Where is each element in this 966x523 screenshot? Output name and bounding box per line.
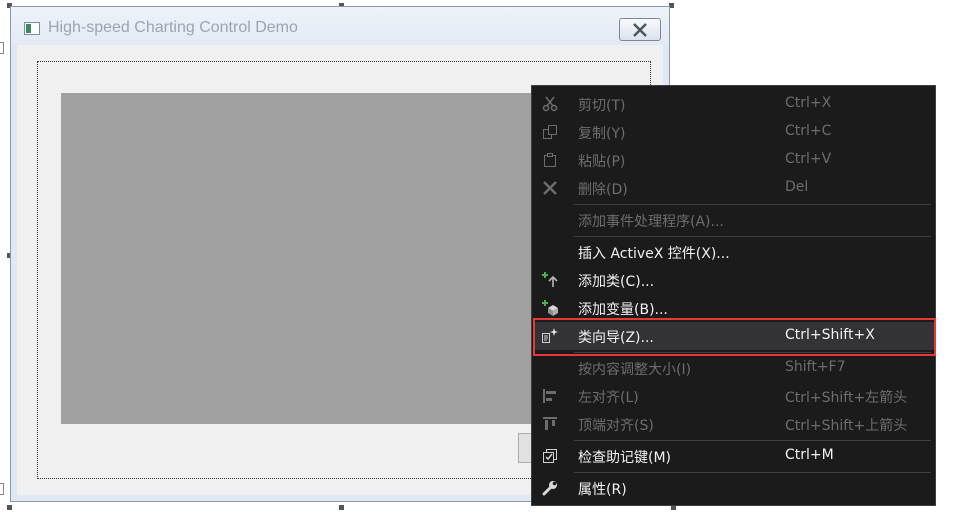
close-button[interactable] <box>619 18 661 41</box>
menu-item-shortcut: Ctrl+Shift+X <box>785 327 875 343</box>
menu-separator <box>574 204 931 205</box>
class-wizard-icon <box>541 327 559 345</box>
add-class-icon <box>541 271 559 289</box>
close-icon <box>633 22 647 37</box>
menu-item-properties[interactable]: 属性(R) <box>533 474 934 502</box>
menu-item-paste[interactable]: 粘贴(P) Ctrl+V <box>533 146 934 174</box>
menu-item-label: 顶端对齐(S) <box>578 418 654 434</box>
dialog-titlebar: High-speed Charting Control Demo <box>11 7 669 45</box>
add-variable-icon <box>541 299 559 317</box>
menu-item-label: 类向导(Z)... <box>578 330 654 346</box>
menu-item-shortcut: Ctrl+Shift+左箭头 <box>785 390 908 406</box>
menu-item-insert-activex[interactable]: 插入 ActiveX 控件(X)... <box>533 238 934 266</box>
menu-item-label: 剪切(T) <box>578 98 626 114</box>
menu-item-shortcut: Ctrl+Shift+上箭头 <box>785 418 908 434</box>
context-menu: 剪切(T) Ctrl+X 复制(Y) Ctrl+C 粘贴(P) Ctrl+V 删… <box>531 85 936 506</box>
menu-separator <box>574 236 931 237</box>
menu-item-align-left[interactable]: 左对齐(L) Ctrl+Shift+左箭头 <box>533 382 934 410</box>
menu-separator <box>574 472 931 473</box>
align-left-icon <box>541 387 559 405</box>
menu-item-label: 添加变量(B)... <box>578 302 668 318</box>
align-top-icon <box>541 415 559 433</box>
paste-icon <box>541 151 559 169</box>
menu-item-shortcut: Del <box>785 179 809 195</box>
menu-separator <box>574 352 931 353</box>
copy-icon <box>541 123 559 141</box>
menu-item-label: 属性(R) <box>578 482 627 498</box>
menu-item-label: 粘贴(P) <box>578 154 626 170</box>
menu-item-copy[interactable]: 复制(Y) Ctrl+C <box>533 118 934 146</box>
wrench-icon <box>541 479 559 497</box>
delete-icon <box>541 179 559 197</box>
menu-separator <box>574 440 931 441</box>
dialog-title: High-speed Charting Control Demo <box>48 19 298 36</box>
menu-item-shortcut: Ctrl+M <box>785 447 834 463</box>
chart-control[interactable] <box>61 93 541 424</box>
menu-item-label: 检查助记键(M) <box>578 450 672 466</box>
menu-item-label: 删除(D) <box>578 182 628 198</box>
edge-marker <box>0 483 4 495</box>
menu-item-shortcut: Ctrl+X <box>785 95 832 111</box>
menu-item-label: 左对齐(L) <box>578 390 639 406</box>
menu-item-label: 复制(Y) <box>578 126 626 142</box>
edge-marker <box>0 42 4 54</box>
menu-item-size-to-content[interactable]: 按内容调整大小(I) Shift+F7 <box>533 354 934 382</box>
menu-item-label: 添加事件处理程序(A)... <box>578 214 724 230</box>
scissors-icon <box>541 95 559 113</box>
menu-item-shortcut: Shift+F7 <box>785 359 846 375</box>
menu-item-add-event-handler[interactable]: 添加事件处理程序(A)... <box>533 206 934 234</box>
menu-item-class-wizard[interactable]: 类向导(Z)... Ctrl+Shift+X <box>533 322 934 350</box>
menu-item-align-top[interactable]: 顶端对齐(S) Ctrl+Shift+上箭头 <box>533 410 934 438</box>
resize-handle[interactable] <box>339 505 344 510</box>
menu-item-check-mnemonics[interactable]: 检查助记键(M) Ctrl+M <box>533 442 934 470</box>
menu-item-shortcut: Ctrl+V <box>785 151 832 167</box>
menu-item-add-variable[interactable]: 添加变量(B)... <box>533 294 934 322</box>
menu-item-delete[interactable]: 删除(D) Del <box>533 174 934 202</box>
menu-item-label: 添加类(C)... <box>578 274 655 290</box>
app-icon <box>24 22 40 35</box>
menu-item-label: 插入 ActiveX 控件(X)... <box>578 246 730 262</box>
menu-item-add-class[interactable]: 添加类(C)... <box>533 266 934 294</box>
menu-item-shortcut: Ctrl+C <box>785 123 832 139</box>
resize-handle[interactable] <box>7 505 12 510</box>
check-mnemonics-icon <box>541 447 559 465</box>
menu-item-label: 按内容调整大小(I) <box>578 362 692 378</box>
menu-item-cut[interactable]: 剪切(T) Ctrl+X <box>533 90 934 118</box>
